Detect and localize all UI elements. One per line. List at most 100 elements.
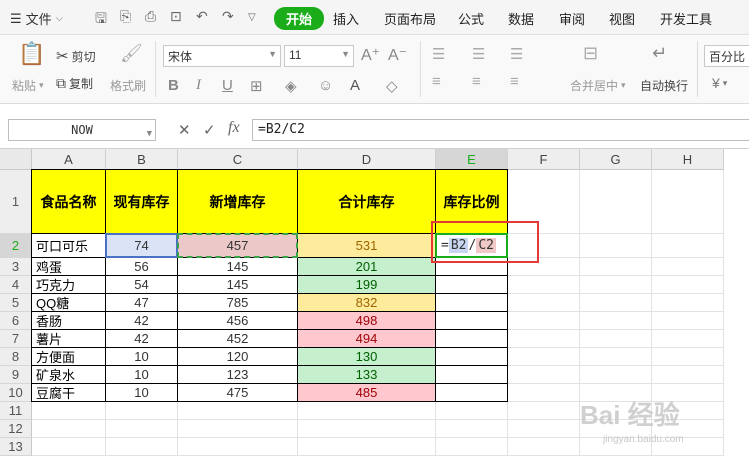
table-cell[interactable]: 123 <box>178 366 298 384</box>
tab-developer[interactable]: 开发工具 <box>660 9 712 28</box>
increase-font-icon[interactable]: A⁺ <box>361 45 380 65</box>
table-cell[interactable]: 145 <box>178 276 298 294</box>
underline-button[interactable]: U <box>222 77 233 94</box>
grid-cell[interactable] <box>508 420 580 438</box>
food-name-cell[interactable]: 豆腐干 <box>31 384 106 402</box>
align-right-icon[interactable]: ≡ <box>510 73 519 90</box>
table-cell[interactable]: 199 <box>298 276 436 294</box>
table-cell[interactable] <box>436 366 508 384</box>
undo-icon[interactable]: ↶ <box>196 8 208 25</box>
row-header[interactable]: 12 <box>0 420 32 438</box>
export-icon[interactable]: ⎘ <box>120 8 131 25</box>
grid-cell[interactable] <box>508 366 580 384</box>
food-name-cell[interactable]: 鸡蛋 <box>31 258 106 276</box>
wrap-text-icon[interactable]: ↵ <box>652 43 667 64</box>
food-name-cell[interactable]: 香肠 <box>31 312 106 330</box>
row-header[interactable]: 5 <box>0 294 32 312</box>
format-painter-icon[interactable]: 🖌 <box>120 43 143 64</box>
grid-cell[interactable] <box>652 366 724 384</box>
wrap-text-button[interactable]: 自动换行 <box>640 77 688 94</box>
table-cell[interactable]: 42 <box>106 312 178 330</box>
align-top-icon[interactable]: ☰ <box>432 45 445 63</box>
table-header-cell[interactable]: 食品名称 <box>31 169 106 234</box>
merge-center-button[interactable]: 合并居中 ▾ <box>570 77 626 94</box>
table-cell[interactable] <box>436 312 508 330</box>
grid-cell[interactable] <box>106 438 178 456</box>
food-name-cell[interactable]: QQ糖 <box>31 294 106 312</box>
align-bottom-icon[interactable]: ☰ <box>510 45 523 63</box>
table-cell[interactable]: 452 <box>178 330 298 348</box>
fill-color-icon[interactable]: ◈ <box>285 77 297 95</box>
grid-cell[interactable] <box>652 348 724 366</box>
grid-cell[interactable] <box>652 234 724 258</box>
table-cell[interactable]: 10 <box>106 384 178 402</box>
grid-cell[interactable] <box>580 276 652 294</box>
food-name-cell[interactable]: 薯片 <box>31 330 106 348</box>
table-cell[interactable] <box>436 384 508 402</box>
grid-cell[interactable] <box>32 438 106 456</box>
grid-cell[interactable] <box>178 402 298 420</box>
align-middle-icon[interactable]: ☰ <box>472 45 485 63</box>
row-header[interactable]: 13 <box>0 438 32 456</box>
merge-icon[interactable]: ⊟ <box>583 43 598 64</box>
emoji-icon[interactable]: ☺ <box>318 77 333 94</box>
column-header[interactable]: G <box>580 149 652 170</box>
tab-insert[interactable]: 插入 <box>333 9 359 28</box>
table-cell[interactable]: 133 <box>298 366 436 384</box>
tab-view[interactable]: 视图 <box>609 9 635 28</box>
grid-cell[interactable] <box>652 276 724 294</box>
fx-icon[interactable]: fx <box>228 119 240 137</box>
cancel-icon[interactable]: ✕ <box>178 121 191 139</box>
grid-cell[interactable] <box>652 330 724 348</box>
tab-formulas[interactable]: 公式 <box>458 9 484 28</box>
paste-button[interactable]: 粘贴 ▾ <box>12 77 44 94</box>
table-cell[interactable] <box>436 276 508 294</box>
table-cell[interactable]: 475 <box>178 384 298 402</box>
grid-cell[interactable] <box>508 384 580 402</box>
table-cell[interactable]: 145 <box>178 258 298 276</box>
font-name-select[interactable]: 宋体 ▼ <box>163 45 281 67</box>
row-header[interactable]: 4 <box>0 276 32 294</box>
food-name-cell[interactable]: 巧克力 <box>31 276 106 294</box>
align-left-icon[interactable]: ≡ <box>432 73 441 90</box>
file-menu[interactable]: ☰ 文件 ⌵ <box>10 9 63 28</box>
food-name-cell[interactable]: 可口可乐 <box>31 234 106 258</box>
bold-button[interactable]: B <box>168 77 179 94</box>
grid-cell[interactable] <box>652 258 724 276</box>
copy-button[interactable]: ⧉ 复制 <box>56 75 93 92</box>
align-center-icon[interactable]: ≡ <box>472 73 481 90</box>
redo-icon[interactable]: ↷ <box>222 8 234 25</box>
quick-access-dropdown-icon[interactable]: ▽ <box>248 12 256 23</box>
print-preview-icon[interactable]: ⊡ <box>170 8 182 25</box>
paste-icon[interactable]: 📋 <box>18 41 45 67</box>
column-header[interactable]: D <box>298 149 436 170</box>
row-header[interactable]: 2 <box>0 234 32 258</box>
grid-cell[interactable] <box>32 402 106 420</box>
cut-button[interactable]: ✂ 剪切 <box>56 47 96 65</box>
font-size-select[interactable]: 11 ▼ <box>284 45 354 67</box>
column-header[interactable]: A <box>32 149 106 170</box>
grid-cell[interactable] <box>436 402 508 420</box>
table-cell[interactable]: 47 <box>106 294 178 312</box>
grid-cell[interactable] <box>580 234 652 258</box>
row-header[interactable]: 11 <box>0 402 32 420</box>
row-header[interactable]: 8 <box>0 348 32 366</box>
tab-data[interactable]: 数据 <box>508 9 534 28</box>
grid-cell[interactable] <box>580 294 652 312</box>
grid-cell[interactable] <box>652 170 724 234</box>
table-cell[interactable] <box>436 330 508 348</box>
row-header[interactable]: 6 <box>0 312 32 330</box>
grid-cell[interactable] <box>508 402 580 420</box>
currency-button[interactable]: ¥ ▾ <box>712 75 727 91</box>
italic-button[interactable]: I <box>196 77 201 94</box>
table-cell[interactable]: 456 <box>178 312 298 330</box>
column-header[interactable]: B <box>106 149 178 170</box>
grid-cell[interactable] <box>508 330 580 348</box>
table-header-cell[interactable]: 新增库存 <box>178 169 298 234</box>
grid-cell[interactable] <box>652 312 724 330</box>
print-icon[interactable]: ⎙ <box>145 8 156 25</box>
grid-cell[interactable] <box>298 402 436 420</box>
table-cell[interactable]: 832 <box>298 294 436 312</box>
grid-cell[interactable] <box>106 402 178 420</box>
save-icon[interactable]: 🖫 <box>95 8 107 32</box>
